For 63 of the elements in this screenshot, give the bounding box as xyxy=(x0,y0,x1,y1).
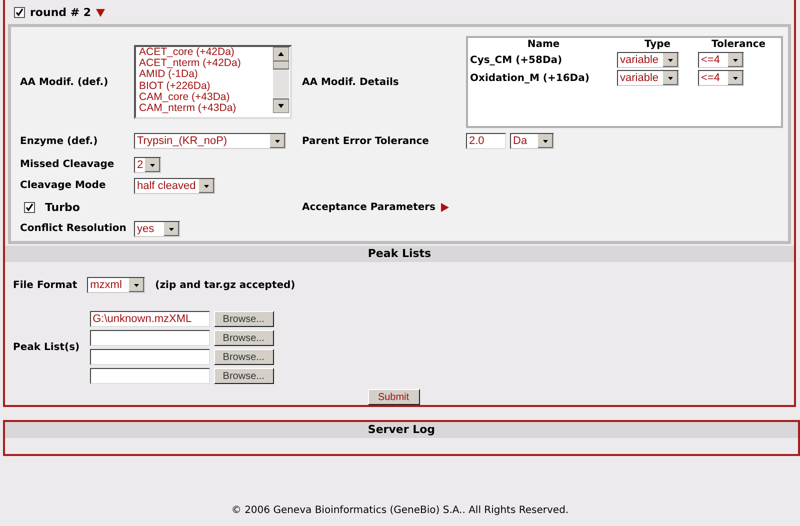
caret-icon xyxy=(164,222,179,236)
table-cell: Oxidation_M (+16Da) xyxy=(470,72,590,84)
copyright-text: © 2006 Geneva Bioinformatics (GeneBio) S.A.. All Rights Reserved. xyxy=(230,505,570,516)
tolerance-select[interactable]: <=4 xyxy=(698,52,744,68)
file-format-select[interactable]: mzxml xyxy=(87,277,146,293)
checkbox-label: Turbo xyxy=(45,200,80,214)
caret-icon xyxy=(270,134,285,148)
tolerance-select[interactable]: <=4 xyxy=(698,70,744,86)
browse-button[interactable]: Browse... xyxy=(214,330,274,346)
caret-icon xyxy=(663,53,678,67)
caret-icon xyxy=(145,158,160,172)
turbo-checkbox[interactable] xyxy=(24,202,35,212)
unit-select[interactable]: Da xyxy=(510,133,554,149)
section-header: Peak Lists xyxy=(5,246,794,262)
missed-cleavage-select[interactable]: 2 xyxy=(134,156,161,172)
browse-button[interactable]: Browse... xyxy=(214,368,274,384)
field-label: Enzyme (def.) xyxy=(20,136,99,146)
round-checkbox[interactable] xyxy=(14,6,25,18)
modification-listbox[interactable]: ACET_core (+42Da) ACET_nterm (+42Da) AMID (-1Da) BIOT (+226Da) CAM_core (+43Da) CAM_nterm (+43Da) xyxy=(134,45,292,119)
expand-arrow-icon[interactable] xyxy=(440,202,449,212)
file-path-field[interactable]: G:\unknown.mzXML xyxy=(90,311,210,327)
tolerance-field[interactable]: 2.0 xyxy=(466,133,506,149)
caret-icon xyxy=(538,134,553,148)
browse-button[interactable]: Browse... xyxy=(214,349,274,365)
enzyme-select[interactable]: Trypsin_(KR_noP) xyxy=(134,133,286,149)
caret-icon xyxy=(199,178,214,192)
caret-icon xyxy=(728,71,743,85)
field-label: Peak List(s) xyxy=(13,342,80,353)
type-select[interactable]: variable xyxy=(617,52,679,68)
browse-button[interactable]: Browse... xyxy=(214,311,274,327)
section-header: Server Log xyxy=(5,422,798,438)
field-label: Parent Error Tolerance xyxy=(302,136,430,146)
field-label: File Format xyxy=(13,280,78,290)
conflict-select[interactable]: yes xyxy=(134,220,180,236)
file-path-field[interactable] xyxy=(90,330,210,346)
field-label: Missed Cleavage xyxy=(20,159,116,170)
type-select[interactable]: variable xyxy=(617,70,679,86)
caret-icon xyxy=(129,278,144,292)
field-label: Conflict Resolution xyxy=(20,223,128,234)
caret-icon xyxy=(663,71,678,85)
file-path-field[interactable] xyxy=(90,349,210,365)
round-label: round # 2 xyxy=(30,6,92,18)
list-option[interactable]: ACET_core (+42Da) xyxy=(139,47,273,58)
list-option[interactable]: CAM_core (+43Da) xyxy=(139,92,273,104)
field-label: AA Modif. Details xyxy=(302,76,400,88)
submit-button[interactable]: Submit xyxy=(368,389,420,405)
field-label: Cleavage Mode xyxy=(20,180,107,191)
file-path-field[interactable] xyxy=(90,368,210,384)
table-cell: Cys_CM (+58Da) xyxy=(470,54,562,66)
cleavage-mode-select[interactable]: half cleaved xyxy=(134,178,215,194)
list-option[interactable]: ACET_nterm (+42Da) xyxy=(139,58,273,70)
list-option[interactable]: AMID (-1Da) xyxy=(139,69,273,81)
format-note: (zip and tar.gz accepted) xyxy=(155,280,296,290)
column-header: Tolerance xyxy=(710,38,767,51)
column-header: Type xyxy=(643,38,672,51)
section-toggle[interactable]: Acceptance Parameters xyxy=(302,202,436,212)
caret-icon xyxy=(728,53,743,67)
list-option[interactable]: BIOT (+226Da) xyxy=(139,80,273,92)
column-header: Name xyxy=(526,38,561,51)
scrollbar[interactable] xyxy=(273,47,289,113)
list-option[interactable]: CAM_nterm (+43Da) xyxy=(139,103,273,114)
field-label: AA Modif. (def.) xyxy=(20,76,110,88)
collapse-arrow-icon[interactable] xyxy=(96,8,106,16)
